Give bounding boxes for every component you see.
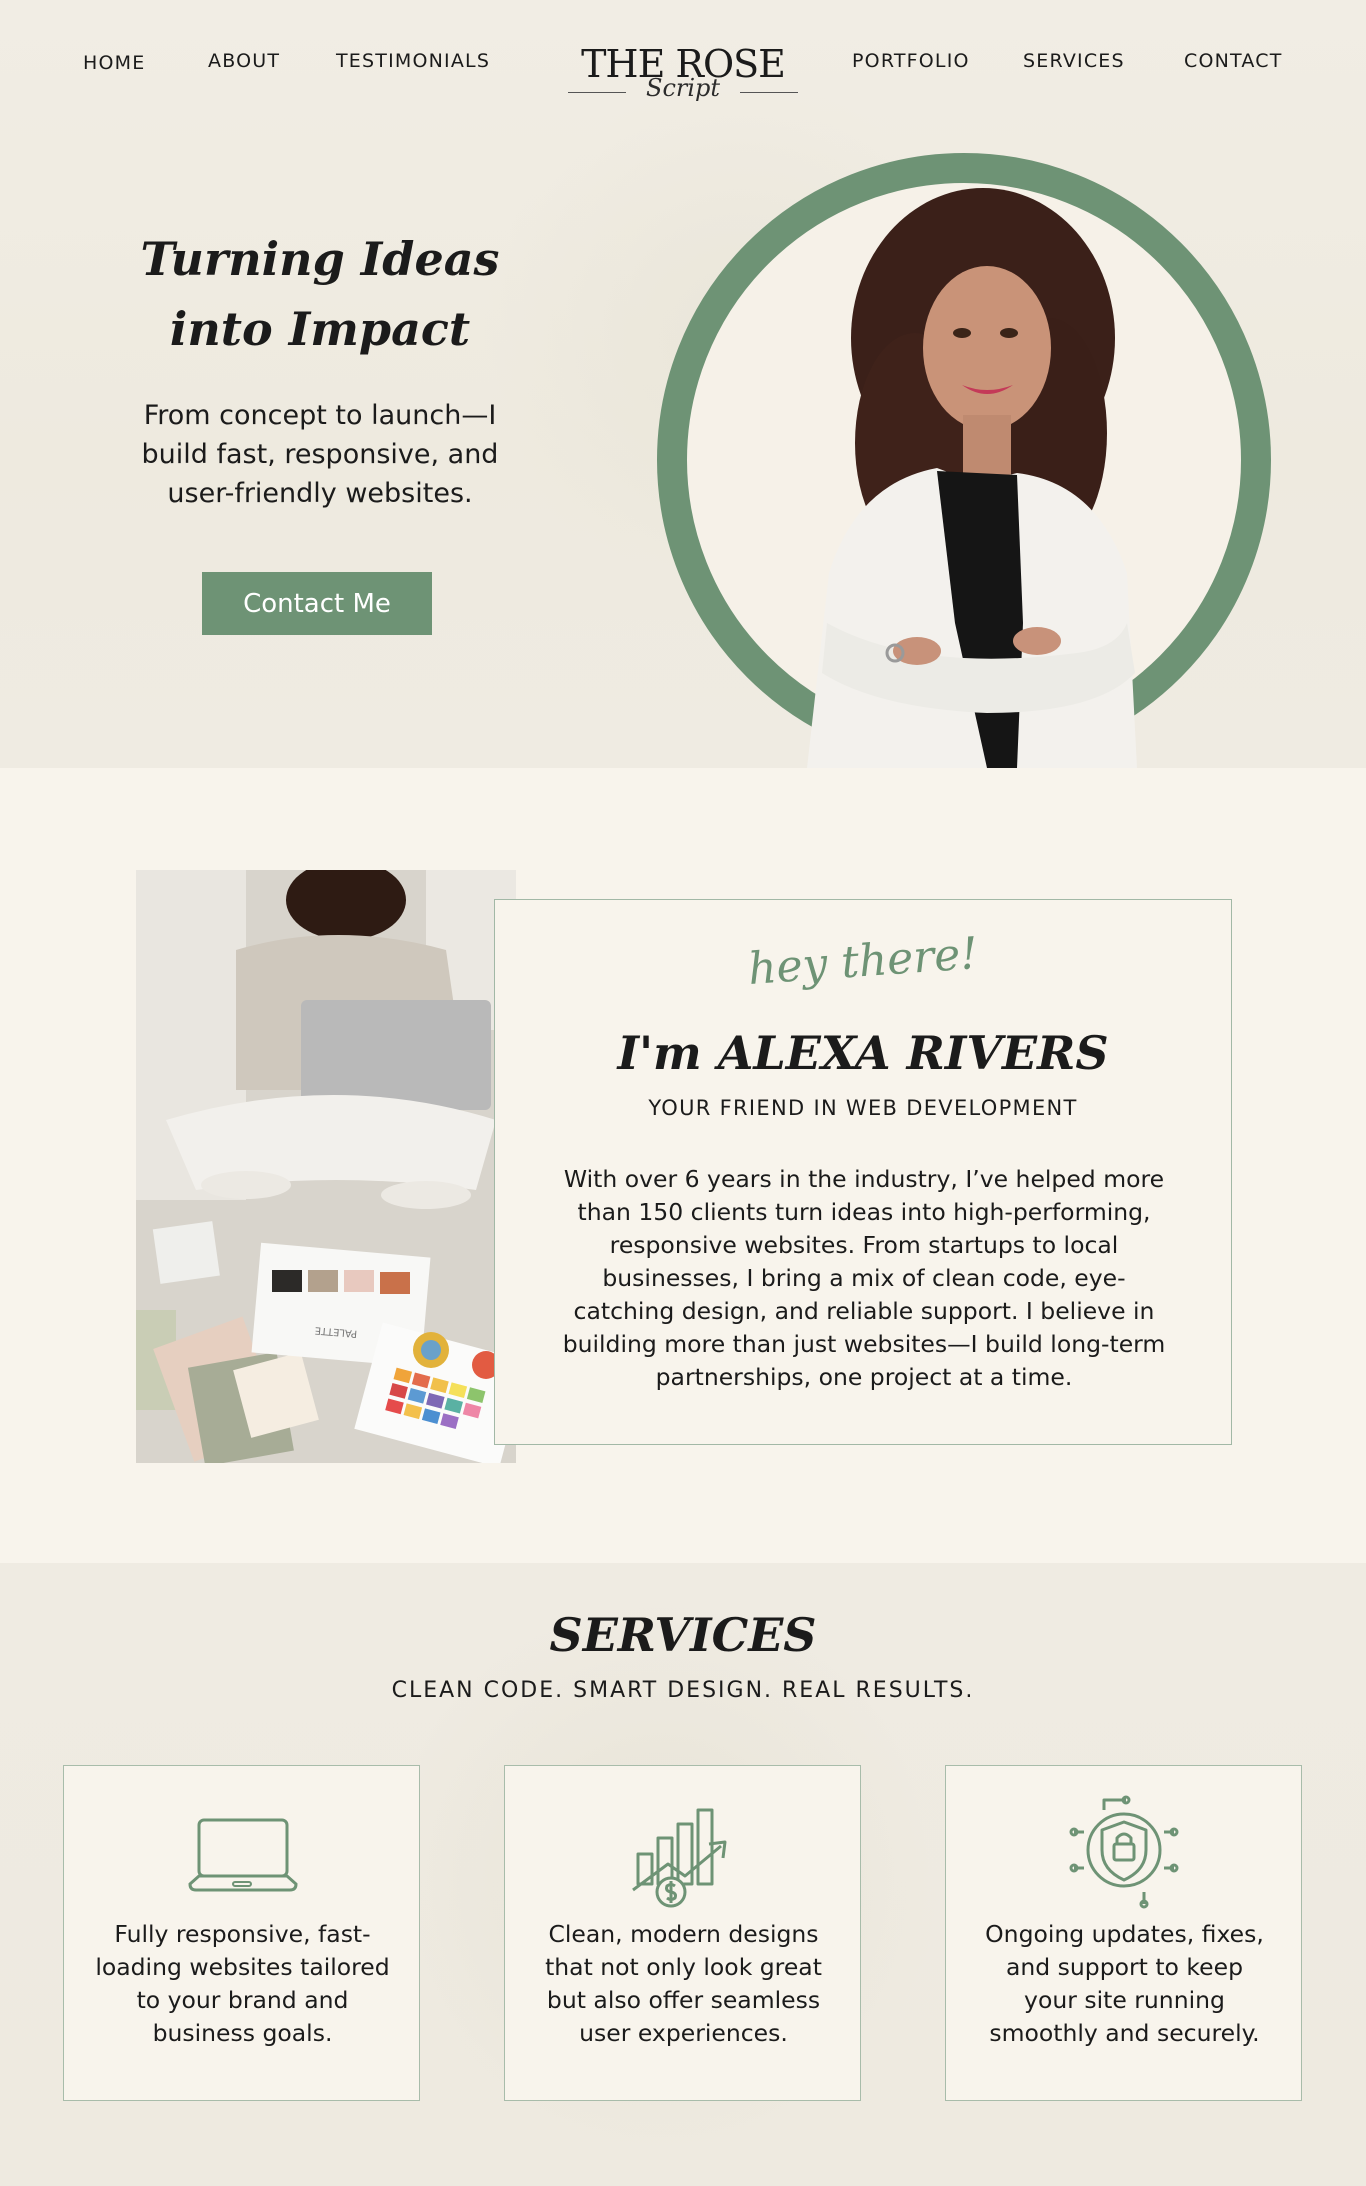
service-text: Fully responsive, fast-loading websites …	[95, 1920, 390, 2047]
greeting-text: hey there!	[746, 928, 980, 995]
service-text: Clean, modern designs that not only look…	[545, 1920, 822, 2047]
about-section: PALETTE hey there! I'm ALEXA RIVERS YOUR…	[0, 768, 1366, 1563]
growth-chart-icon	[632, 1808, 727, 1908]
about-card: hey there! I'm ALEXA RIVERS YOUR FRIEND …	[494, 899, 1232, 1445]
about-photo: PALETTE	[136, 870, 516, 1463]
service-text: Ongoing updates, fixes, and support to k…	[985, 1920, 1264, 2047]
hero-title: Turning Ideas into Impact	[120, 224, 520, 364]
hero-title-line2: into Impact	[169, 302, 471, 356]
hero-subtitle: From concept to launch—I build fast, res…	[141, 400, 499, 509]
about-tagline: YOUR FRIEND IN WEB DEVELOPMENT	[648, 1096, 1078, 1120]
portrait-illustration	[807, 188, 1137, 768]
logo-script: Script	[646, 74, 721, 102]
nav-portfolio[interactable]: PORTFOLIO	[852, 50, 970, 72]
contact-me-button[interactable]: Contact Me	[202, 572, 432, 635]
nav-about[interactable]: ABOUT	[208, 50, 280, 72]
hero-section: HOME ABOUT TESTIMONIALS THE ROSE Script …	[0, 0, 1366, 768]
laptop-icon	[188, 1818, 298, 1892]
designer-workspace-illustration: PALETTE	[136, 870, 516, 1463]
security-shield-icon	[1069, 1795, 1179, 1909]
nav-contact[interactable]: CONTACT	[1184, 50, 1283, 72]
site-logo[interactable]: THE ROSE Script	[566, 38, 800, 112]
about-body: With over 6 years in the industry, I’ve …	[562, 1165, 1166, 1391]
logo-line-left	[568, 92, 626, 93]
nav-services[interactable]: SERVICES	[1023, 50, 1125, 72]
nav-testimonials[interactable]: TESTIMONIALS	[336, 50, 490, 72]
service-card-support: Ongoing updates, fixes, and support to k…	[945, 1765, 1302, 2101]
logo-line-right	[740, 92, 798, 93]
services-subtitle: CLEAN CODE. SMART DESIGN. REAL RESULTS.	[391, 1678, 975, 1703]
service-card-design: Clean, modern designs that not only look…	[504, 1765, 861, 2101]
nav-home[interactable]: HOME	[83, 52, 145, 74]
service-card-websites: Fully responsive, fast-loading websites …	[63, 1765, 420, 2101]
hero-title-line1: Turning Ideas	[140, 232, 500, 286]
services-section: SERVICES CLEAN CODE. SMART DESIGN. REAL …	[0, 1563, 1366, 2186]
about-name: I'm ALEXA RIVERS	[617, 1026, 1109, 1080]
services-title: SERVICES	[549, 1608, 817, 1662]
portrait-photo	[657, 153, 1271, 768]
